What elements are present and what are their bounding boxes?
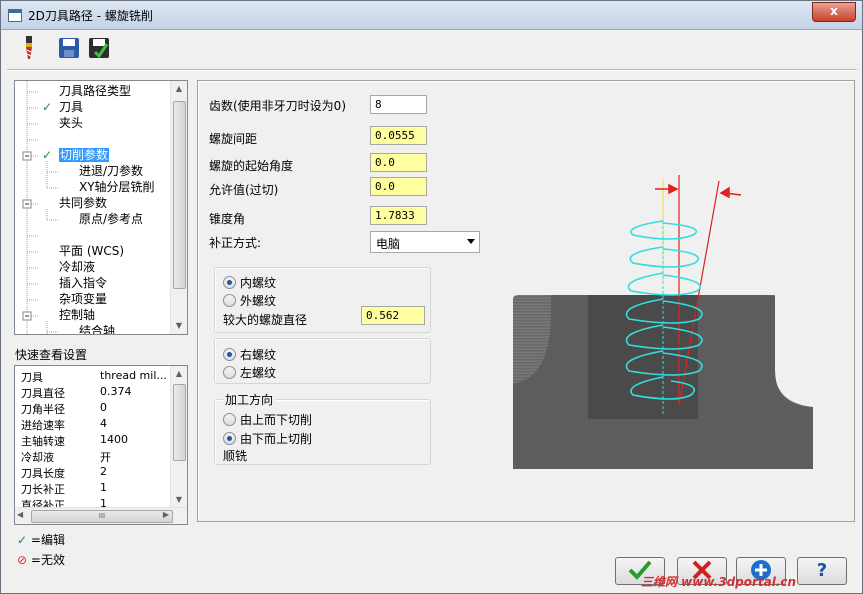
radio-off-icon bbox=[223, 413, 236, 426]
tree-item-misc-values[interactable]: 杂项变量 bbox=[59, 292, 107, 307]
radio-on-icon bbox=[223, 276, 236, 289]
quickview-list[interactable]: 刀具 thread mil... 刀具直径 0.374 刀角半径 0 进给速率 4 主轴… bbox=[14, 365, 188, 525]
top-down-radio[interactable]: 由上而下切削 bbox=[223, 411, 312, 428]
tree-item-axis-control[interactable]: 控制轴 bbox=[59, 308, 95, 323]
app-icon bbox=[8, 9, 22, 22]
external-thread-radio[interactable]: 外螺纹 bbox=[223, 292, 276, 309]
scroll-down-arrow-icon[interactable]: ▼ bbox=[171, 318, 187, 334]
taper-label: 锥度角 bbox=[209, 212, 246, 226]
scroll-up-arrow-icon[interactable]: ▲ bbox=[171, 366, 187, 382]
legend-invalid: ⊘ =无效 bbox=[17, 553, 65, 567]
teeth-label: 齿数(使用非牙刀时设为0) bbox=[209, 99, 346, 113]
window-title: 2D刀具路径 - 螺旋铣削 bbox=[28, 9, 153, 23]
tree-item-xy-depth[interactable]: XY轴分层铣削 bbox=[79, 180, 155, 195]
tree-item-tool[interactable]: 刀具 bbox=[59, 100, 83, 115]
legend-edit: ✓ =编辑 bbox=[17, 533, 65, 547]
allowance-label: 允许值(过切) bbox=[209, 183, 279, 197]
scroll-thumb[interactable] bbox=[173, 384, 186, 461]
save-green-icon[interactable] bbox=[87, 35, 111, 61]
scroll-up-arrow-icon[interactable]: ▲ bbox=[171, 81, 187, 97]
dialog-window: 2D刀具路径 - 螺旋铣削 x 刀具路径类型 ✓ 刀具 夹头 ✓ 切削参数 进退… bbox=[0, 0, 863, 594]
tree-item-toolpath-type[interactable]: 刀具路径类型 bbox=[59, 84, 131, 99]
tree-item-canned-text[interactable]: 插入指令 bbox=[59, 276, 107, 291]
left-hand-radio[interactable]: 左螺纹 bbox=[223, 364, 276, 381]
tree-item-linking-params[interactable]: 共同参数 bbox=[59, 196, 107, 211]
start-angle-label: 螺旋的起始角度 bbox=[209, 159, 294, 173]
start-angle-input[interactable]: 0.0 bbox=[370, 153, 427, 172]
save-icon[interactable] bbox=[57, 35, 81, 61]
close-button[interactable]: x bbox=[812, 2, 856, 22]
thread-hand-group: 右螺纹 左螺纹 bbox=[214, 338, 431, 384]
tree-item-plane-wcs[interactable]: 平面 (WCS) bbox=[59, 244, 124, 259]
scroll-thumb[interactable] bbox=[173, 101, 186, 289]
major-dia-input[interactable]: 0.562 bbox=[361, 306, 425, 325]
scroll-left-arrow-icon[interactable]: ◀ bbox=[17, 510, 23, 519]
check-icon: ✓ bbox=[17, 533, 28, 547]
taper-input[interactable]: 1.7833 bbox=[370, 206, 427, 225]
check-icon: ✓ bbox=[42, 148, 53, 162]
help-button[interactable]: ? bbox=[797, 557, 847, 585]
tree-item-coolant[interactable]: 冷却液 bbox=[59, 260, 95, 275]
pitch-input[interactable]: 0.0555 bbox=[370, 126, 427, 145]
teeth-input[interactable]: 8 bbox=[370, 95, 427, 114]
tree-item-axis-combination[interactable]: 结合轴 bbox=[79, 324, 115, 334]
title-bar: 2D刀具路径 - 螺旋铣削 x bbox=[1, 1, 862, 30]
scroll-right-arrow-icon[interactable]: ▶ bbox=[163, 510, 169, 519]
thread-hole bbox=[588, 295, 698, 419]
chevron-down-icon bbox=[467, 239, 475, 244]
tree-item-cut-params[interactable]: 切削参数 bbox=[59, 148, 110, 163]
radio-off-icon bbox=[223, 294, 236, 307]
machining-direction-group: 加工方向 由上而下切削 由下而上切削 顺铣 bbox=[214, 391, 431, 465]
quickview-vscrollbar[interactable]: ▲ ▼ bbox=[170, 366, 187, 508]
toolbar-divider bbox=[7, 69, 857, 71]
thread-preview-image bbox=[513, 175, 813, 469]
internal-thread-radio[interactable]: 内螺纹 bbox=[223, 274, 276, 291]
allowance-input[interactable]: 0.0 bbox=[370, 177, 427, 196]
scroll-down-arrow-icon[interactable]: ▼ bbox=[171, 492, 187, 508]
param-tree[interactable]: 刀具路径类型 ✓ 刀具 夹头 ✓ 切削参数 进退/刀参数 XY轴分层铣削 共同参… bbox=[14, 80, 188, 335]
bottom-up-radio[interactable]: 由下而上切削 bbox=[223, 430, 312, 447]
tool-icon[interactable] bbox=[17, 35, 41, 61]
tree-scrollbar[interactable]: ▲ ▼ bbox=[170, 81, 187, 334]
watermark-text: 三维网 www.3dportal.cn bbox=[641, 575, 797, 589]
comp-label: 补正方式: bbox=[209, 236, 262, 250]
radio-on-icon bbox=[223, 432, 236, 445]
invalid-icon: ⊘ bbox=[17, 553, 28, 567]
quickview-hscrollbar[interactable]: ◀ III ▶ bbox=[15, 507, 187, 524]
tree-item-home-ref[interactable]: 原点/参考点 bbox=[79, 212, 143, 227]
comp-type-select[interactable]: 电脑 bbox=[370, 231, 480, 253]
pitch-label: 螺旋间距 bbox=[209, 132, 258, 146]
tree-item-lead-in-out[interactable]: 进退/刀参数 bbox=[79, 164, 143, 179]
tree-item-holder[interactable]: 夹头 bbox=[59, 116, 83, 131]
hscroll-thumb[interactable]: III bbox=[31, 510, 173, 523]
direction-title: 加工方向 bbox=[223, 391, 276, 408]
climb-label: 顺铣 bbox=[223, 449, 248, 463]
right-hand-radio[interactable]: 右螺纹 bbox=[223, 346, 276, 363]
radio-on-icon bbox=[223, 348, 236, 361]
radio-off-icon bbox=[223, 366, 236, 379]
quickview-title: 快速查看设置 bbox=[15, 348, 88, 362]
dimension-arrows bbox=[655, 183, 742, 199]
toolbar bbox=[7, 35, 127, 65]
thread-type-group: 内螺纹 外螺纹 较大的螺旋直径 0.562 bbox=[214, 267, 431, 333]
major-dia-label: 较大的螺旋直径 bbox=[223, 313, 308, 327]
check-icon: ✓ bbox=[42, 100, 53, 114]
